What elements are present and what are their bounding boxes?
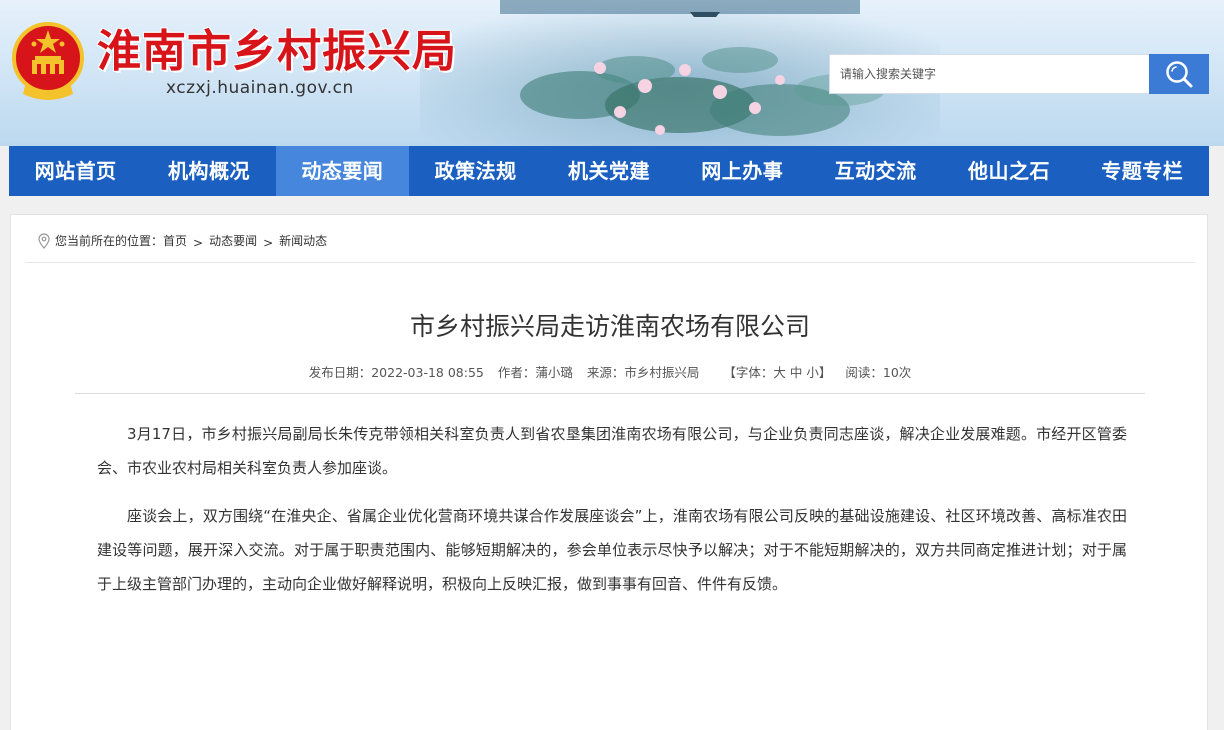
nav-item-online-service[interactable]: 网上办事 (676, 146, 809, 196)
site-domain: xczxj.huainan.gov.cn (166, 78, 354, 98)
breadcrumb-separator: > (193, 235, 204, 250)
search-button[interactable] (1149, 54, 1209, 94)
breadcrumb-prefix: 您当前所在的位置： (55, 233, 164, 248)
article-meta: 发布日期：2022-03-18 08:55 作者：蒲小璐 来源：市乡村振兴局 【… (11, 362, 1209, 381)
breadcrumb: 您当前所在的位置： 首页 > 动态要闻 > 新闻动态 (25, 227, 1195, 263)
font-size-medium[interactable]: 中 (790, 365, 803, 380)
nav-item-organization[interactable]: 机构概况 (142, 146, 275, 196)
article-paragraph: 座谈会上，双方围绕“在淮央企、省属企业优化营商环境共谋合作发展座谈会”上，淮南农… (97, 507, 1127, 593)
nav-item-party[interactable]: 机关党建 (542, 146, 675, 196)
breadcrumb-home[interactable]: 首页 (163, 226, 187, 256)
article-title: 市乡村振兴局走访淮南农场有限公司 (409, 312, 810, 341)
publish-date: 发布日期：2022-03-18 08:55 (308, 365, 484, 380)
search-icon (1166, 61, 1193, 88)
article-paragraph: 3月17日，市乡村振兴局副局长朱传克带领相关科室负责人到省农垦集团淮南农场有限公… (97, 425, 1127, 477)
read-count: 阅读：10次 (845, 365, 912, 380)
nav-item-references[interactable]: 他山之石 (942, 146, 1075, 196)
site-title[interactable]: 淮南市乡村振兴局 (97, 24, 457, 80)
national-emblem-icon (12, 22, 84, 100)
font-size-end: 】 (818, 365, 832, 380)
font-size-large[interactable]: 大 (773, 365, 786, 380)
nav-item-interaction[interactable]: 互动交流 (809, 146, 942, 196)
nav-item-home[interactable]: 网站首页 (9, 146, 142, 196)
main-nav: 网站首页 机构概况 动态要闻 政策法规 机关党建 网上办事 互动交流 他山之石 … (9, 146, 1209, 196)
breadcrumb-news-updates[interactable]: 新闻动态 (279, 226, 327, 256)
location-pin-icon (38, 232, 50, 249)
search-input[interactable] (829, 54, 1150, 94)
header-banner: 淮南市乡村振兴局 xczxj.huainan.gov.cn (0, 0, 1224, 146)
nav-item-policy[interactable]: 政策法规 (409, 146, 542, 196)
article-body: 3月17日，市乡村振兴局副局长朱传克带领相关科室负责人到省农垦集团淮南农场有限公… (97, 417, 1127, 615)
breadcrumb-separator: > (263, 235, 274, 250)
content-panel: 您当前所在的位置： 首页 > 动态要闻 > 新闻动态 市乡村振兴局走访淮南农场有… (10, 214, 1208, 730)
meta-divider (75, 393, 1145, 394)
font-size-label: 【字体： (723, 365, 774, 380)
nav-item-news[interactable]: 动态要闻 (275, 146, 409, 196)
nav-item-topics[interactable]: 专题专栏 (1076, 146, 1209, 196)
article-author: 作者：蒲小璐 (497, 365, 573, 380)
font-size-small[interactable]: 小 (806, 365, 819, 380)
breadcrumb-news[interactable]: 动态要闻 (209, 226, 257, 256)
article-source: 来源：市乡村振兴局 (586, 365, 700, 380)
